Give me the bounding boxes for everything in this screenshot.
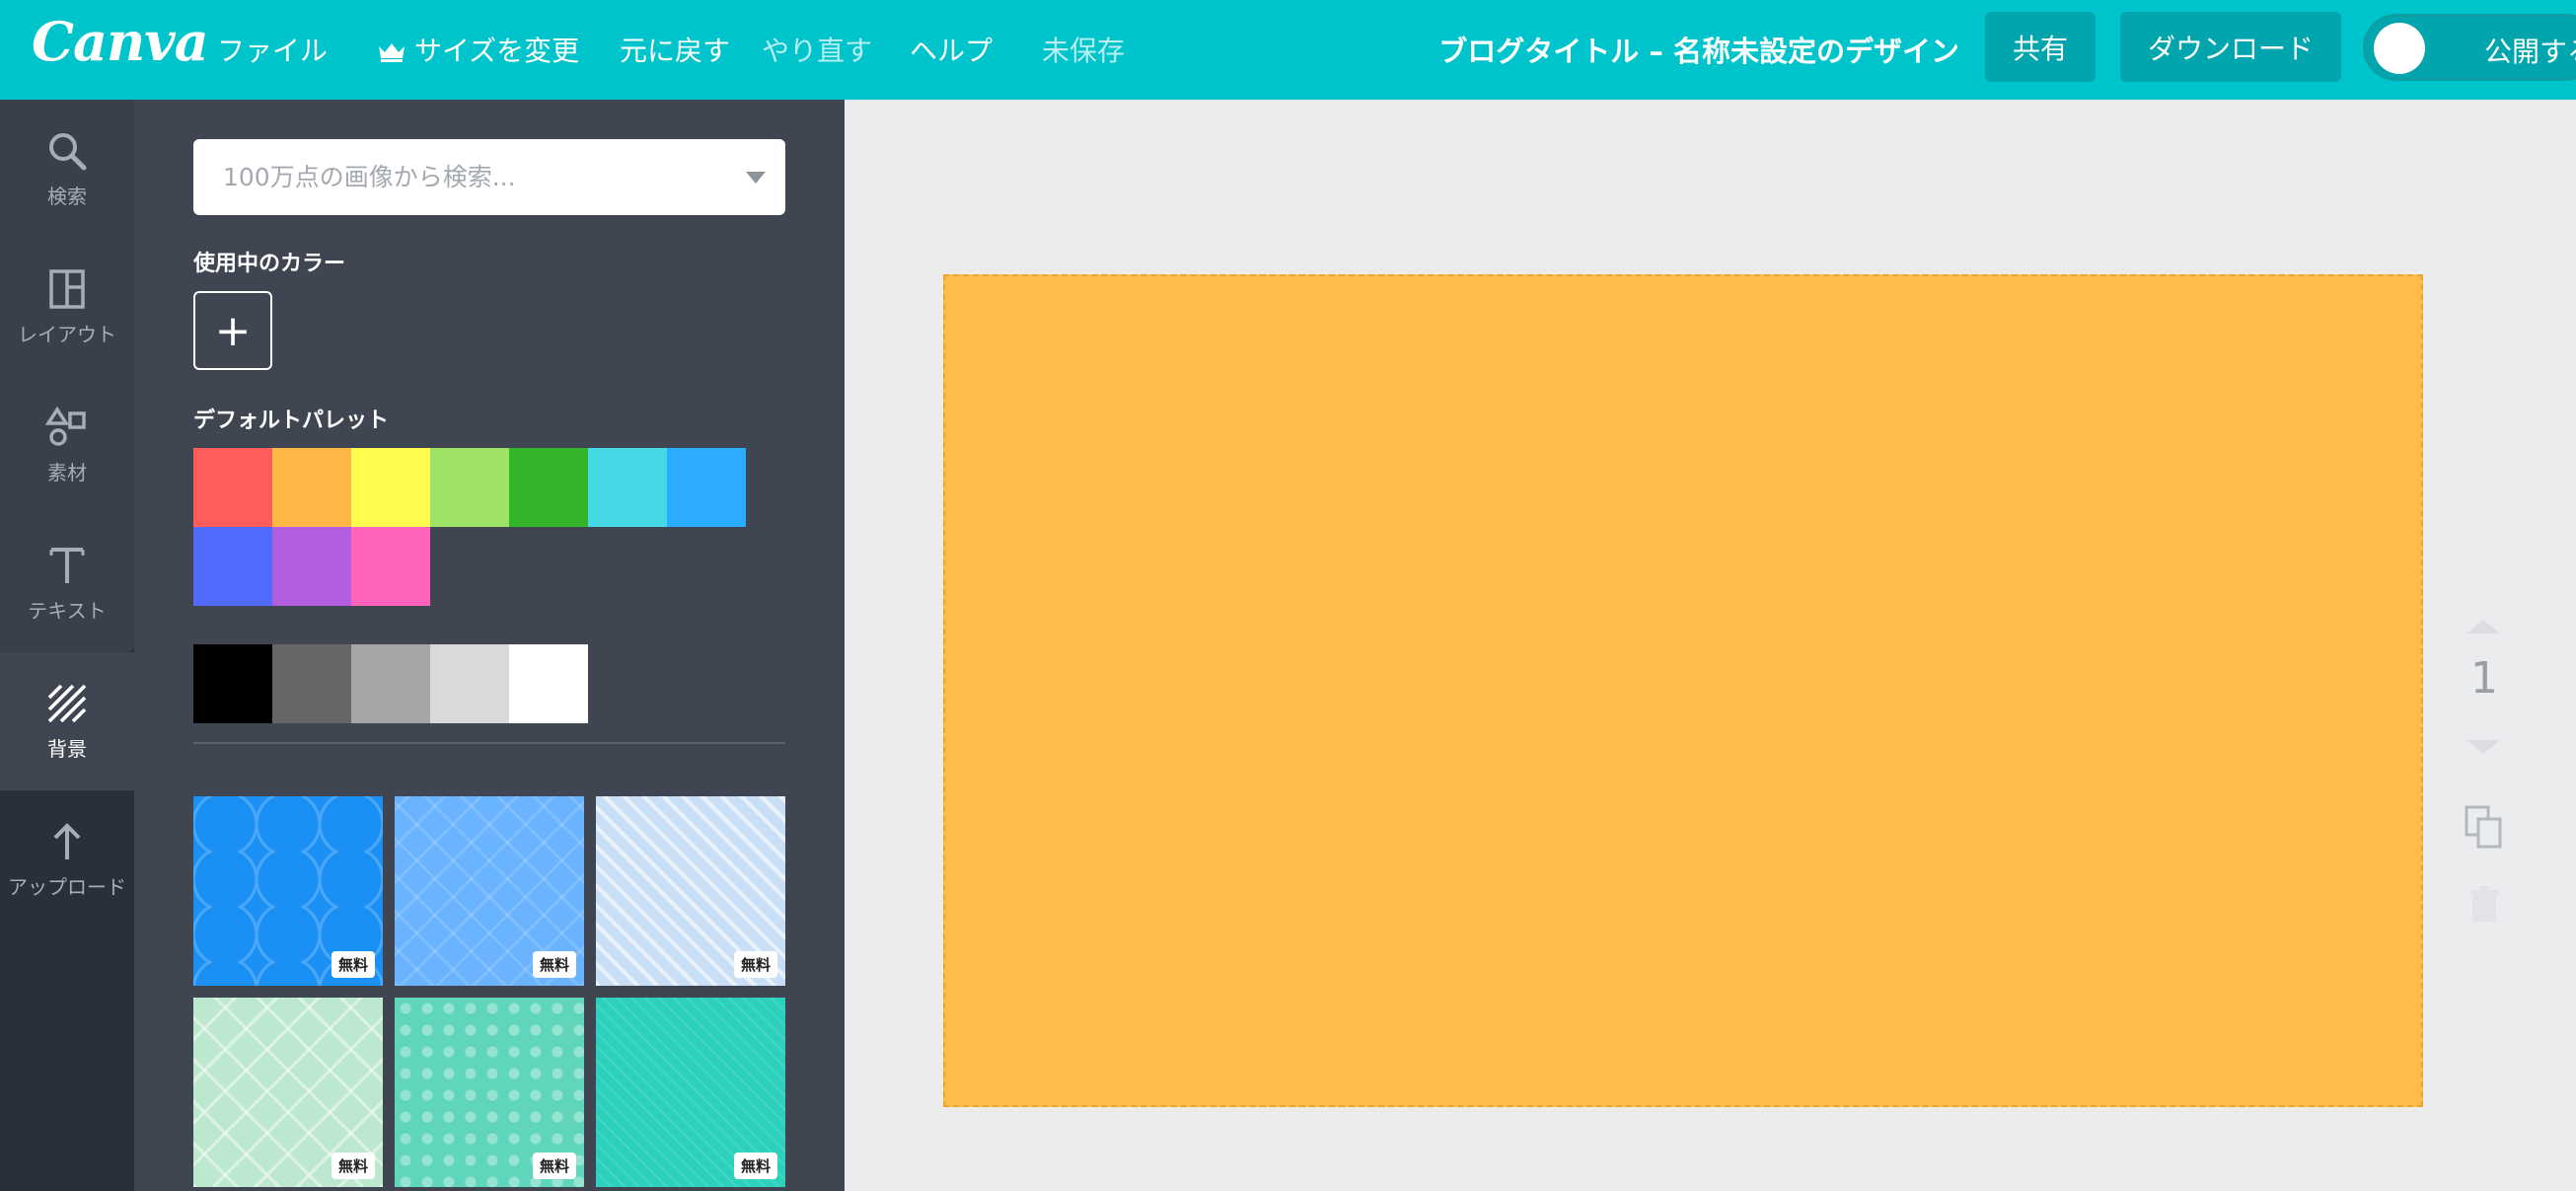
- resize-button[interactable]: サイズを変更: [377, 30, 579, 69]
- color-swatch[interactable]: [272, 448, 351, 527]
- default-palette: [193, 448, 746, 606]
- canva-logo[interactable]: Canva: [32, 10, 209, 73]
- sidebar-item-label: アップロード: [8, 874, 126, 899]
- color-swatch[interactable]: [667, 448, 746, 527]
- background-tile[interactable]: 無料: [193, 796, 383, 986]
- crown-icon: [379, 43, 405, 62]
- background-tile[interactable]: 無料: [193, 998, 383, 1187]
- chevron-down-icon[interactable]: [2466, 740, 2500, 754]
- divider: [193, 742, 785, 744]
- help-menu[interactable]: ヘルプ: [910, 30, 993, 69]
- redo-button[interactable]: やり直す: [762, 30, 872, 69]
- free-badge: 無料: [331, 951, 375, 978]
- sidebar-item-upload[interactable]: アップロード: [0, 790, 134, 929]
- free-badge: 無料: [331, 1153, 375, 1179]
- sidebar-item-layout[interactable]: レイアウト: [0, 238, 134, 376]
- color-swatch[interactable]: [193, 527, 272, 606]
- search-input[interactable]: [193, 139, 726, 215]
- default-palette-label: デフォルトパレット: [193, 409, 390, 433]
- sidebar-item-label: テキスト: [28, 598, 107, 623]
- gray-swatch[interactable]: [430, 644, 509, 723]
- in-use-colors-label: 使用中のカラー: [193, 252, 346, 276]
- gray-swatch[interactable]: [272, 644, 351, 723]
- gray-swatch[interactable]: [351, 644, 430, 723]
- share-button[interactable]: 共有: [1985, 12, 2096, 82]
- color-swatch[interactable]: [509, 448, 588, 527]
- color-swatch[interactable]: [351, 448, 430, 527]
- file-menu[interactable]: ファイル: [217, 30, 328, 69]
- sidebar-item-label: レイアウト: [18, 322, 116, 346]
- sidebar-item-label: 検索: [47, 184, 87, 208]
- upload-icon: [53, 822, 81, 859]
- gray-swatch[interactable]: [193, 644, 272, 723]
- free-badge: 無料: [733, 951, 777, 978]
- sidebar-item-text[interactable]: テキスト: [0, 514, 134, 652]
- color-swatch[interactable]: [272, 527, 351, 606]
- download-button[interactable]: ダウンロード: [2120, 12, 2341, 82]
- color-swatch[interactable]: [193, 448, 272, 527]
- duplicate-icon[interactable]: [2465, 805, 2504, 849]
- publish-toggle[interactable]: 公開する: [2363, 14, 2576, 81]
- document-title[interactable]: ブログタイトル – 名称未設定のデザイン: [1438, 29, 1959, 70]
- color-swatch[interactable]: [351, 527, 430, 606]
- background-panel: 使用中のカラー + デフォルトパレット 無料 無料 無料 無料 無料 無料: [134, 100, 845, 1191]
- save-status: 未保存: [1042, 35, 1126, 67]
- background-tile[interactable]: 無料: [596, 796, 785, 986]
- search-icon: [49, 132, 87, 170]
- background-tile[interactable]: 無料: [395, 998, 584, 1187]
- sidebar-rail: 検索 レイアウト 素材 テキスト 背景 アップロード: [0, 100, 134, 1191]
- top-bar: Canva ファイル サイズを変更 元に戻す やり直す ヘルプ 未保存 ブログタ…: [0, 0, 2576, 100]
- trash-icon[interactable]: [2468, 886, 2500, 924]
- image-search: [193, 139, 785, 215]
- design-page[interactable]: [943, 274, 2423, 1107]
- gray-palette: [193, 644, 746, 723]
- chevron-up-icon[interactable]: [2466, 620, 2500, 633]
- gray-swatch[interactable]: [509, 644, 588, 723]
- background-grid: 無料 無料 無料 無料 無料 無料: [193, 796, 785, 1187]
- sidebar-item-label: 素材: [47, 460, 87, 484]
- resize-label: サイズを変更: [414, 35, 580, 67]
- sidebar-item-elements[interactable]: 素材: [0, 376, 134, 514]
- publish-label: 公開する: [2484, 36, 2576, 68]
- toggle-knob: [2374, 23, 2425, 74]
- elements-icon: [45, 406, 86, 446]
- layout-icon: [49, 268, 85, 309]
- text-icon: [49, 547, 85, 583]
- page-number: 1: [2470, 653, 2498, 704]
- free-badge: 無料: [532, 1153, 576, 1179]
- free-badge: 無料: [532, 951, 576, 978]
- sidebar-item-label: 背景: [47, 736, 87, 761]
- free-badge: 無料: [733, 1153, 777, 1179]
- chevron-down-icon[interactable]: [746, 172, 766, 184]
- background-icon: [47, 684, 87, 722]
- color-swatch[interactable]: [430, 448, 509, 527]
- background-tile[interactable]: 無料: [395, 796, 584, 986]
- color-swatch[interactable]: [588, 448, 667, 527]
- background-tile[interactable]: 無料: [596, 998, 785, 1187]
- add-color-button[interactable]: +: [193, 291, 272, 370]
- sidebar-item-search[interactable]: 検索: [0, 100, 134, 238]
- undo-button[interactable]: 元に戻す: [620, 30, 730, 69]
- sidebar-item-background[interactable]: 背景: [0, 652, 134, 790]
